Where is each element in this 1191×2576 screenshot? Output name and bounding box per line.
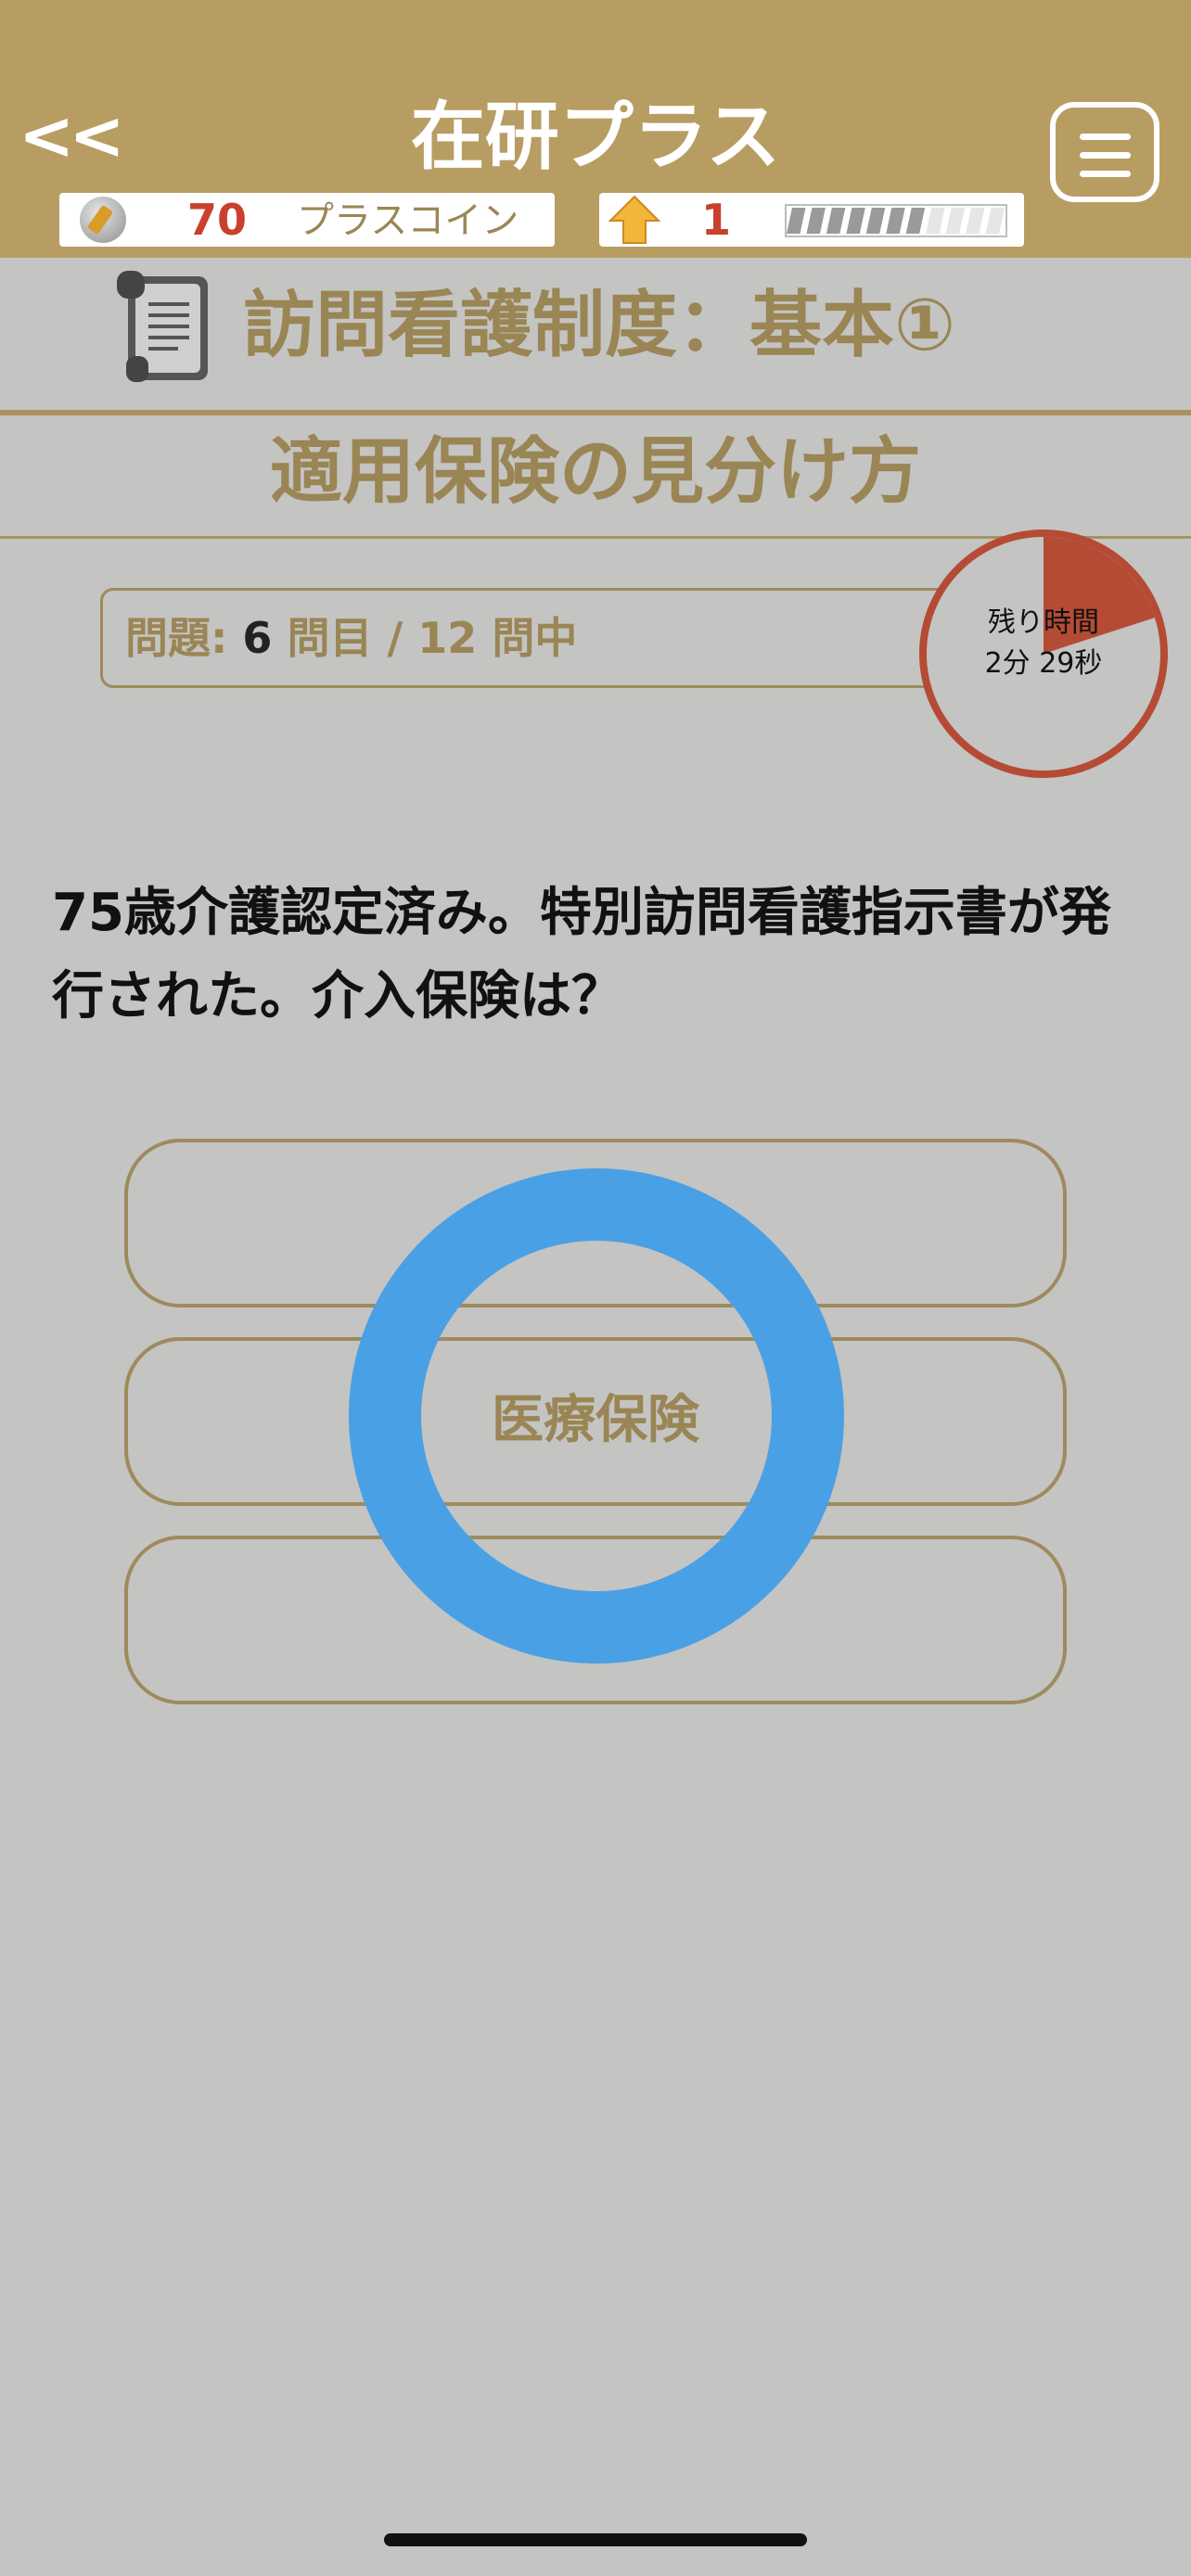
coin-counter: 70 プラスコイン: [59, 193, 555, 247]
timer-value: 2分 29秒: [984, 647, 1103, 680]
question-counter: 問題: 6 問目 / 12 問中: [100, 588, 954, 688]
level-progress-bar: [785, 204, 1007, 237]
level-indicator: 1: [599, 193, 1024, 247]
question-total: 12: [417, 613, 478, 663]
section-title: 訪問看護制度：基本①: [243, 284, 956, 367]
timer-text: 残り時間 2分 29秒: [918, 603, 1169, 684]
coin-icon: [80, 197, 126, 243]
question-counter-prefix: 問題:: [125, 613, 243, 663]
home-indicator[interactable]: [384, 2533, 807, 2546]
timer-label: 残り時間: [988, 606, 1099, 639]
divider: [0, 410, 1191, 415]
question-counter-suffix: 問中: [477, 613, 578, 663]
level-up-arrow-icon: [608, 195, 661, 244]
question-text: 75歳介護認定済み。特別訪問看護指示書が発行された。介入保険は？: [52, 883, 1111, 1027]
coin-label: プラスコイン: [297, 199, 519, 242]
question-current: 6: [242, 613, 273, 663]
app-title: 在研プラス: [410, 94, 781, 180]
coin-value: 70: [187, 195, 248, 245]
hamburger-menu-icon[interactable]: [1050, 102, 1159, 202]
correct-answer-circle-icon: [349, 1168, 844, 1664]
document-scroll-icon: [117, 271, 208, 382]
question-counter-mid: 問目 /: [272, 613, 418, 663]
lesson-subtitle: 適用保険の見分け方: [269, 430, 921, 514]
level-value: 1: [701, 195, 732, 245]
